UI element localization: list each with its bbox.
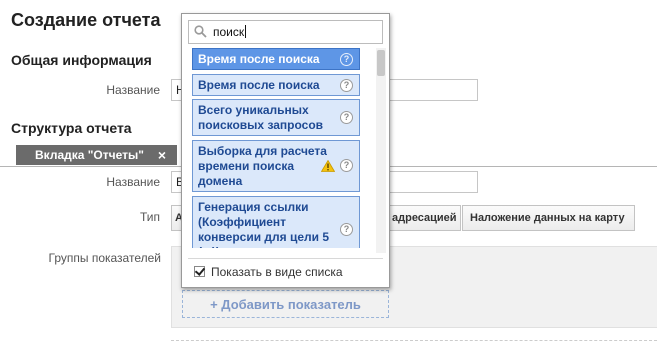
metric-item[interactable]: Всего уникальных поисковых запросов ? [192, 99, 360, 136]
metric-item[interactable]: Время после поиска ? [192, 48, 360, 70]
metric-item[interactable]: Выборка для расчета времени поиска домен… [192, 140, 360, 192]
close-icon[interactable]: × [158, 147, 166, 163]
help-icon[interactable]: ? [340, 53, 353, 66]
metric-item[interactable]: Генерация ссылки (Коэффициент конверсии … [192, 196, 360, 248]
structure-section-title: Структура отчета [11, 120, 132, 136]
bottom-divider [171, 340, 657, 341]
type-button-flat-table[interactable]: адресацией [388, 205, 461, 231]
page-title: Создание отчета [11, 10, 161, 30]
metric-groups-label: Группы показателей [48, 251, 161, 265]
metric-item-label: Выборка для расчета времени поиска домен… [198, 144, 327, 188]
metric-search-value: поиск [213, 25, 245, 39]
general-section-title: Общая информация [11, 52, 152, 68]
metric-picker-dropdown: поиск Время после поиска ? Время после п… [181, 13, 390, 288]
type-label: Тип [139, 210, 160, 224]
show-as-list-label[interactable]: Показать в виде списка [211, 265, 343, 279]
metric-list-scrollbar[interactable] [376, 48, 386, 253]
metric-list-scroll-thumb[interactable] [377, 50, 385, 76]
type-button-map-overlay[interactable]: Наложение данных на карту [462, 205, 635, 231]
add-metric-button[interactable]: + Добавить показатель [182, 290, 389, 318]
metric-item-label: Всего уникальных поисковых запросов [198, 103, 324, 132]
show-as-list-checkbox[interactable] [194, 266, 205, 277]
metric-search-field[interactable]: поиск [188, 20, 383, 44]
metric-item-label: Время после поиска [198, 52, 320, 66]
help-icon[interactable]: ? [340, 111, 353, 124]
report-tab-label: Вкладка "Отчеты" [35, 148, 144, 162]
report-tab-chip[interactable]: Вкладка "Отчеты" × [16, 145, 177, 165]
help-icon[interactable]: ? [340, 159, 353, 172]
metric-list: Время после поиска ? Время после поиска … [192, 48, 362, 248]
report-name-label: Название [106, 83, 160, 97]
search-icon [194, 25, 207, 43]
help-icon[interactable]: ? [340, 223, 353, 236]
metric-item[interactable]: Время после поиска ? [192, 74, 360, 96]
warning-icon [320, 159, 336, 176]
tab-name-label: Название [106, 175, 160, 189]
metric-item-label: Время после поиска [198, 78, 320, 92]
help-icon[interactable]: ? [340, 79, 353, 92]
dropdown-divider [188, 258, 383, 259]
metric-item-label: Генерация ссылки (Коэффициент конверсии … [198, 200, 330, 248]
